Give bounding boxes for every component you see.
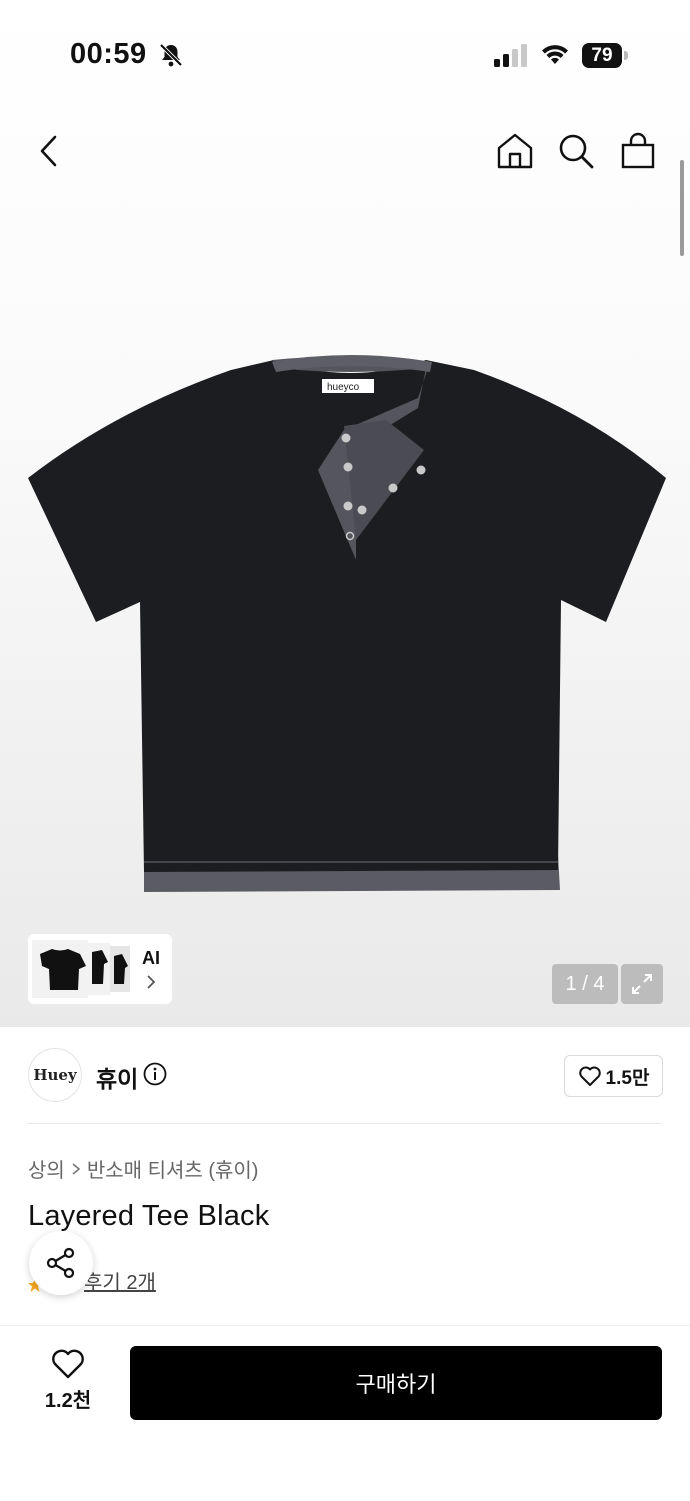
review-link[interactable]: 후기 2개 <box>84 1266 156 1295</box>
share-icon <box>46 1247 75 1279</box>
info-icon[interactable] <box>143 1062 167 1086</box>
breadcrumb: 상의 반소매 티셔츠 (휴이) <box>28 1154 258 1183</box>
status-time: 00:59 <box>70 38 147 70</box>
product-title: Layered Tee Black <box>28 1200 270 1232</box>
bell-off-icon <box>159 43 183 67</box>
divider <box>28 1123 662 1124</box>
battery-tip <box>624 51 628 60</box>
thumbnail-strip <box>32 940 130 998</box>
brand-like-button[interactable]: 1.5만 <box>564 1055 663 1097</box>
scrollbar[interactable] <box>680 160 684 256</box>
expand-icon <box>632 974 652 994</box>
wifi-icon <box>542 45 568 64</box>
cellular-signal-icon <box>494 44 527 67</box>
ai-label: AI <box>142 948 160 968</box>
home-icon <box>497 133 533 169</box>
product-gallery[interactable]: 00:59 79 hueyco AI 1 / 4 <box>0 0 690 1027</box>
brand-like-count: 1.5만 <box>605 1067 650 1089</box>
wishlist-button[interactable]: 1.2천 <box>36 1348 100 1413</box>
heart-icon <box>578 1066 601 1086</box>
buy-button[interactable]: 구매하기 <box>130 1346 662 1420</box>
svg-text:hueyco: hueyco <box>327 382 360 393</box>
cart-button[interactable] <box>619 132 657 170</box>
breadcrumb-item-subcategory[interactable]: 반소매 티셔츠 (휴이) <box>87 1154 259 1183</box>
expand-button[interactable] <box>621 964 663 1004</box>
ai-thumbnail-card[interactable]: AI <box>28 934 172 1004</box>
back-button[interactable] <box>30 132 68 170</box>
image-counter: 1 / 4 <box>552 964 618 1004</box>
wishlist-count: 1.2천 <box>44 1390 92 1412</box>
search-button[interactable] <box>557 132 595 170</box>
chevron-right-icon <box>147 975 156 989</box>
heart-icon <box>52 1349 84 1379</box>
chevron-right-icon <box>72 1162 81 1175</box>
brand-logo-text: Huey <box>33 1066 77 1084</box>
share-button[interactable] <box>29 1231 93 1295</box>
breadcrumb-item-category[interactable]: 상의 <box>28 1154 65 1183</box>
search-icon <box>559 134 594 169</box>
product-image[interactable]: hueyco <box>26 350 670 895</box>
brand-name[interactable]: 휴이 <box>96 1060 138 1094</box>
home-button[interactable] <box>496 132 534 170</box>
brand-logo[interactable]: Huey <box>28 1048 82 1102</box>
battery-indicator: 79 <box>582 43 630 68</box>
bag-icon <box>621 132 655 169</box>
back-icon <box>40 135 57 167</box>
battery-level: 79 <box>582 43 622 68</box>
